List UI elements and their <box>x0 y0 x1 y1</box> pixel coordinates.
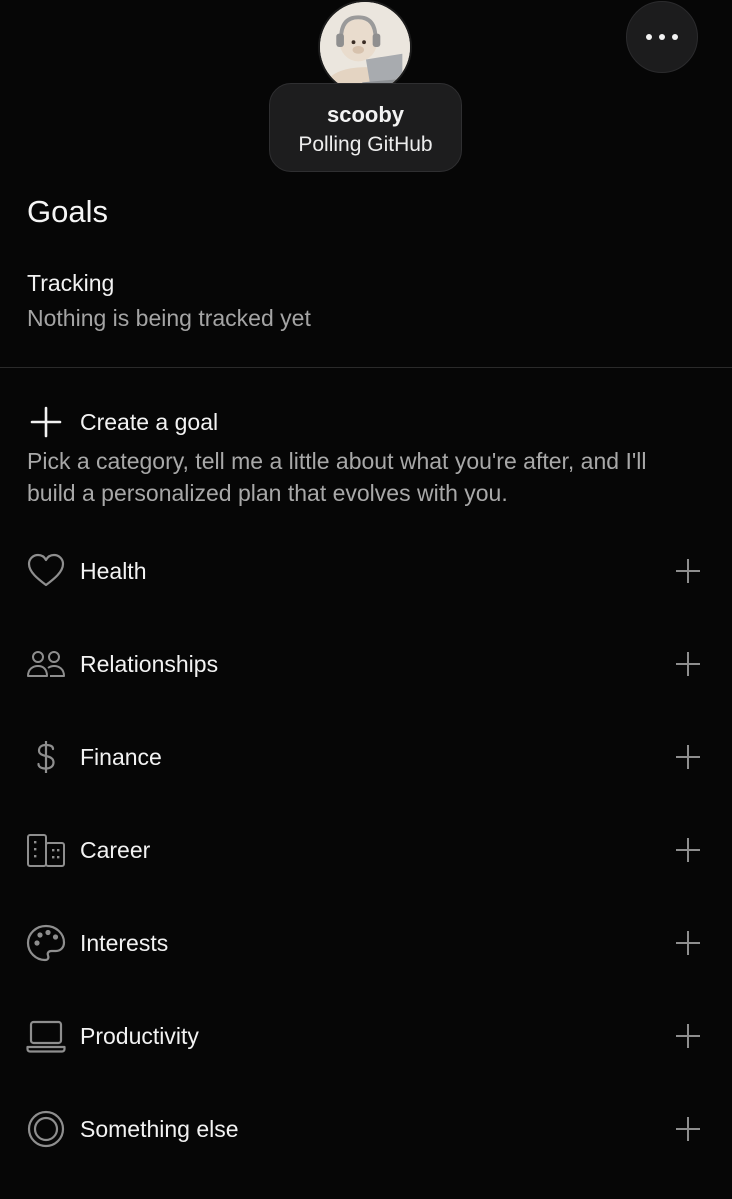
avatar[interactable] <box>318 0 412 94</box>
category-finance[interactable]: Finance <box>0 727 732 787</box>
assistant-status: Polling GitHub <box>298 133 433 156</box>
tracking-empty-text: Nothing is being tracked yet <box>27 305 311 331</box>
add-icon[interactable] <box>674 929 702 957</box>
add-icon[interactable] <box>674 1115 702 1143</box>
assistant-name: scooby <box>326 102 405 127</box>
target-icon <box>26 1109 66 1149</box>
category-something-else[interactable]: Something else <box>0 1099 732 1159</box>
category-health[interactable]: Health <box>0 541 732 601</box>
category-relationships[interactable]: Relationships <box>0 634 732 694</box>
add-icon[interactable] <box>674 1022 702 1050</box>
laptop-icon <box>26 1016 66 1056</box>
category-label: Interests <box>80 930 169 956</box>
category-label: Relationships <box>80 651 219 677</box>
add-icon[interactable] <box>674 743 702 771</box>
more-options-button[interactable] <box>626 1 698 73</box>
palette-icon <box>26 923 66 963</box>
category-label: Health <box>80 558 147 584</box>
tracking-label: Tracking <box>27 270 115 296</box>
category-career[interactable]: Career <box>0 820 732 880</box>
add-icon[interactable] <box>674 650 702 678</box>
people-icon <box>26 644 66 684</box>
category-interests[interactable]: Interests <box>0 913 732 973</box>
category-label: Productivity <box>80 1023 199 1049</box>
create-goal-description: Pick a category, tell me a little about … <box>27 448 647 506</box>
add-icon[interactable] <box>674 557 702 585</box>
category-label: Career <box>80 837 151 863</box>
heart-icon <box>26 551 66 591</box>
plus-icon <box>30 406 62 438</box>
create-goal-label: Create a goal <box>80 409 219 435</box>
page-title: Goals <box>27 194 108 229</box>
assistant-status-pill[interactable]: scooby Polling GitHub <box>269 83 462 172</box>
section-divider <box>0 367 732 368</box>
create-goal-button[interactable]: Create a goal <box>27 404 218 440</box>
avatar-image <box>320 2 410 92</box>
category-label: Something else <box>80 1116 239 1142</box>
category-productivity[interactable]: Productivity <box>0 1006 732 1066</box>
add-icon[interactable] <box>674 836 702 864</box>
ellipsis-icon <box>646 34 678 40</box>
category-label: Finance <box>80 744 162 770</box>
buildings-icon <box>26 830 66 870</box>
dollar-icon <box>26 737 66 777</box>
